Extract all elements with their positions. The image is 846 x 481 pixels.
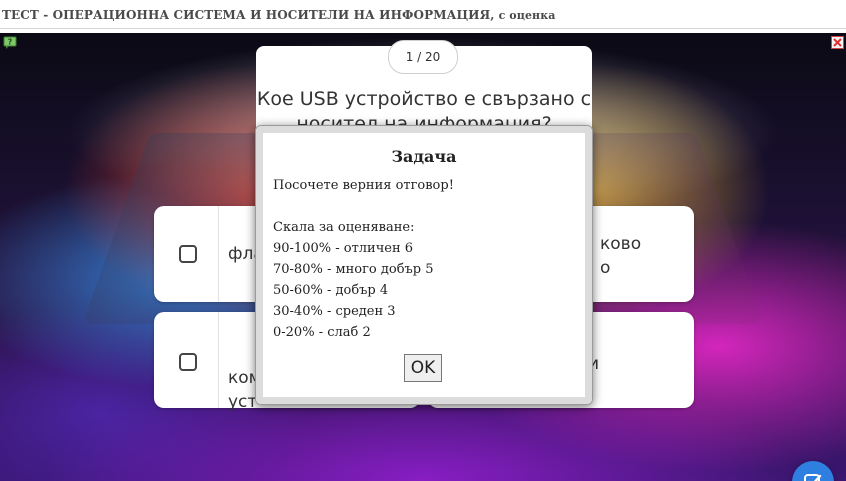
dialog-line: 30-40% - среден 3 <box>273 304 396 319</box>
dialog-line: Скала за оценяване: <box>273 220 415 235</box>
dialog-body: Посочете верния отговор! Скала за оценяв… <box>273 175 454 343</box>
dialog-line: 90-100% - отличен 6 <box>273 241 414 256</box>
task-dialog: Задача Посочете верния отговор! Скала за… <box>255 125 593 405</box>
question-counter: 1 / 20 <box>388 40 458 74</box>
title-subtitle: с оценка <box>498 9 556 22</box>
answer-checkbox-zone <box>154 312 219 408</box>
answer-text-line-2: о <box>600 258 611 278</box>
dialog-line <box>273 196 454 217</box>
answer-checkbox[interactable] <box>179 245 197 263</box>
answer-checkbox[interactable] <box>179 353 197 371</box>
check-edit-icon <box>804 474 822 481</box>
header-bar: ТЕСТ - ОПЕРАЦИОННА СИСТЕМА И НОСИТЕЛИ НА… <box>0 0 846 29</box>
dialog-line: 50-60% - добър 4 <box>273 283 389 298</box>
answer-text-line-1: ково <box>600 234 642 254</box>
dialog-title: Задача <box>391 147 457 166</box>
svg-text:?: ? <box>8 38 13 47</box>
check-answer-button[interactable] <box>792 461 834 481</box>
answer-text-fragment: ково о <box>600 232 641 280</box>
dialog-line: 70-80% - много добър 5 <box>273 262 434 277</box>
title-text: ТЕСТ - ОПЕРАЦИОННА СИСТЕМА И НОСИТЕЛИ НА… <box>2 8 495 22</box>
dialog-line: 0-20% - слаб 2 <box>273 325 371 340</box>
ok-button[interactable]: OK <box>404 354 442 382</box>
page-title: ТЕСТ - ОПЕРАЦИОННА СИСТЕМА И НОСИТЕЛИ НА… <box>2 8 555 22</box>
answer-checkbox-zone <box>154 206 219 302</box>
close-icon[interactable] <box>831 36 844 49</box>
help-icon[interactable]: ? <box>3 36 17 50</box>
dialog-line: Посочете верния отговор! <box>273 178 454 193</box>
